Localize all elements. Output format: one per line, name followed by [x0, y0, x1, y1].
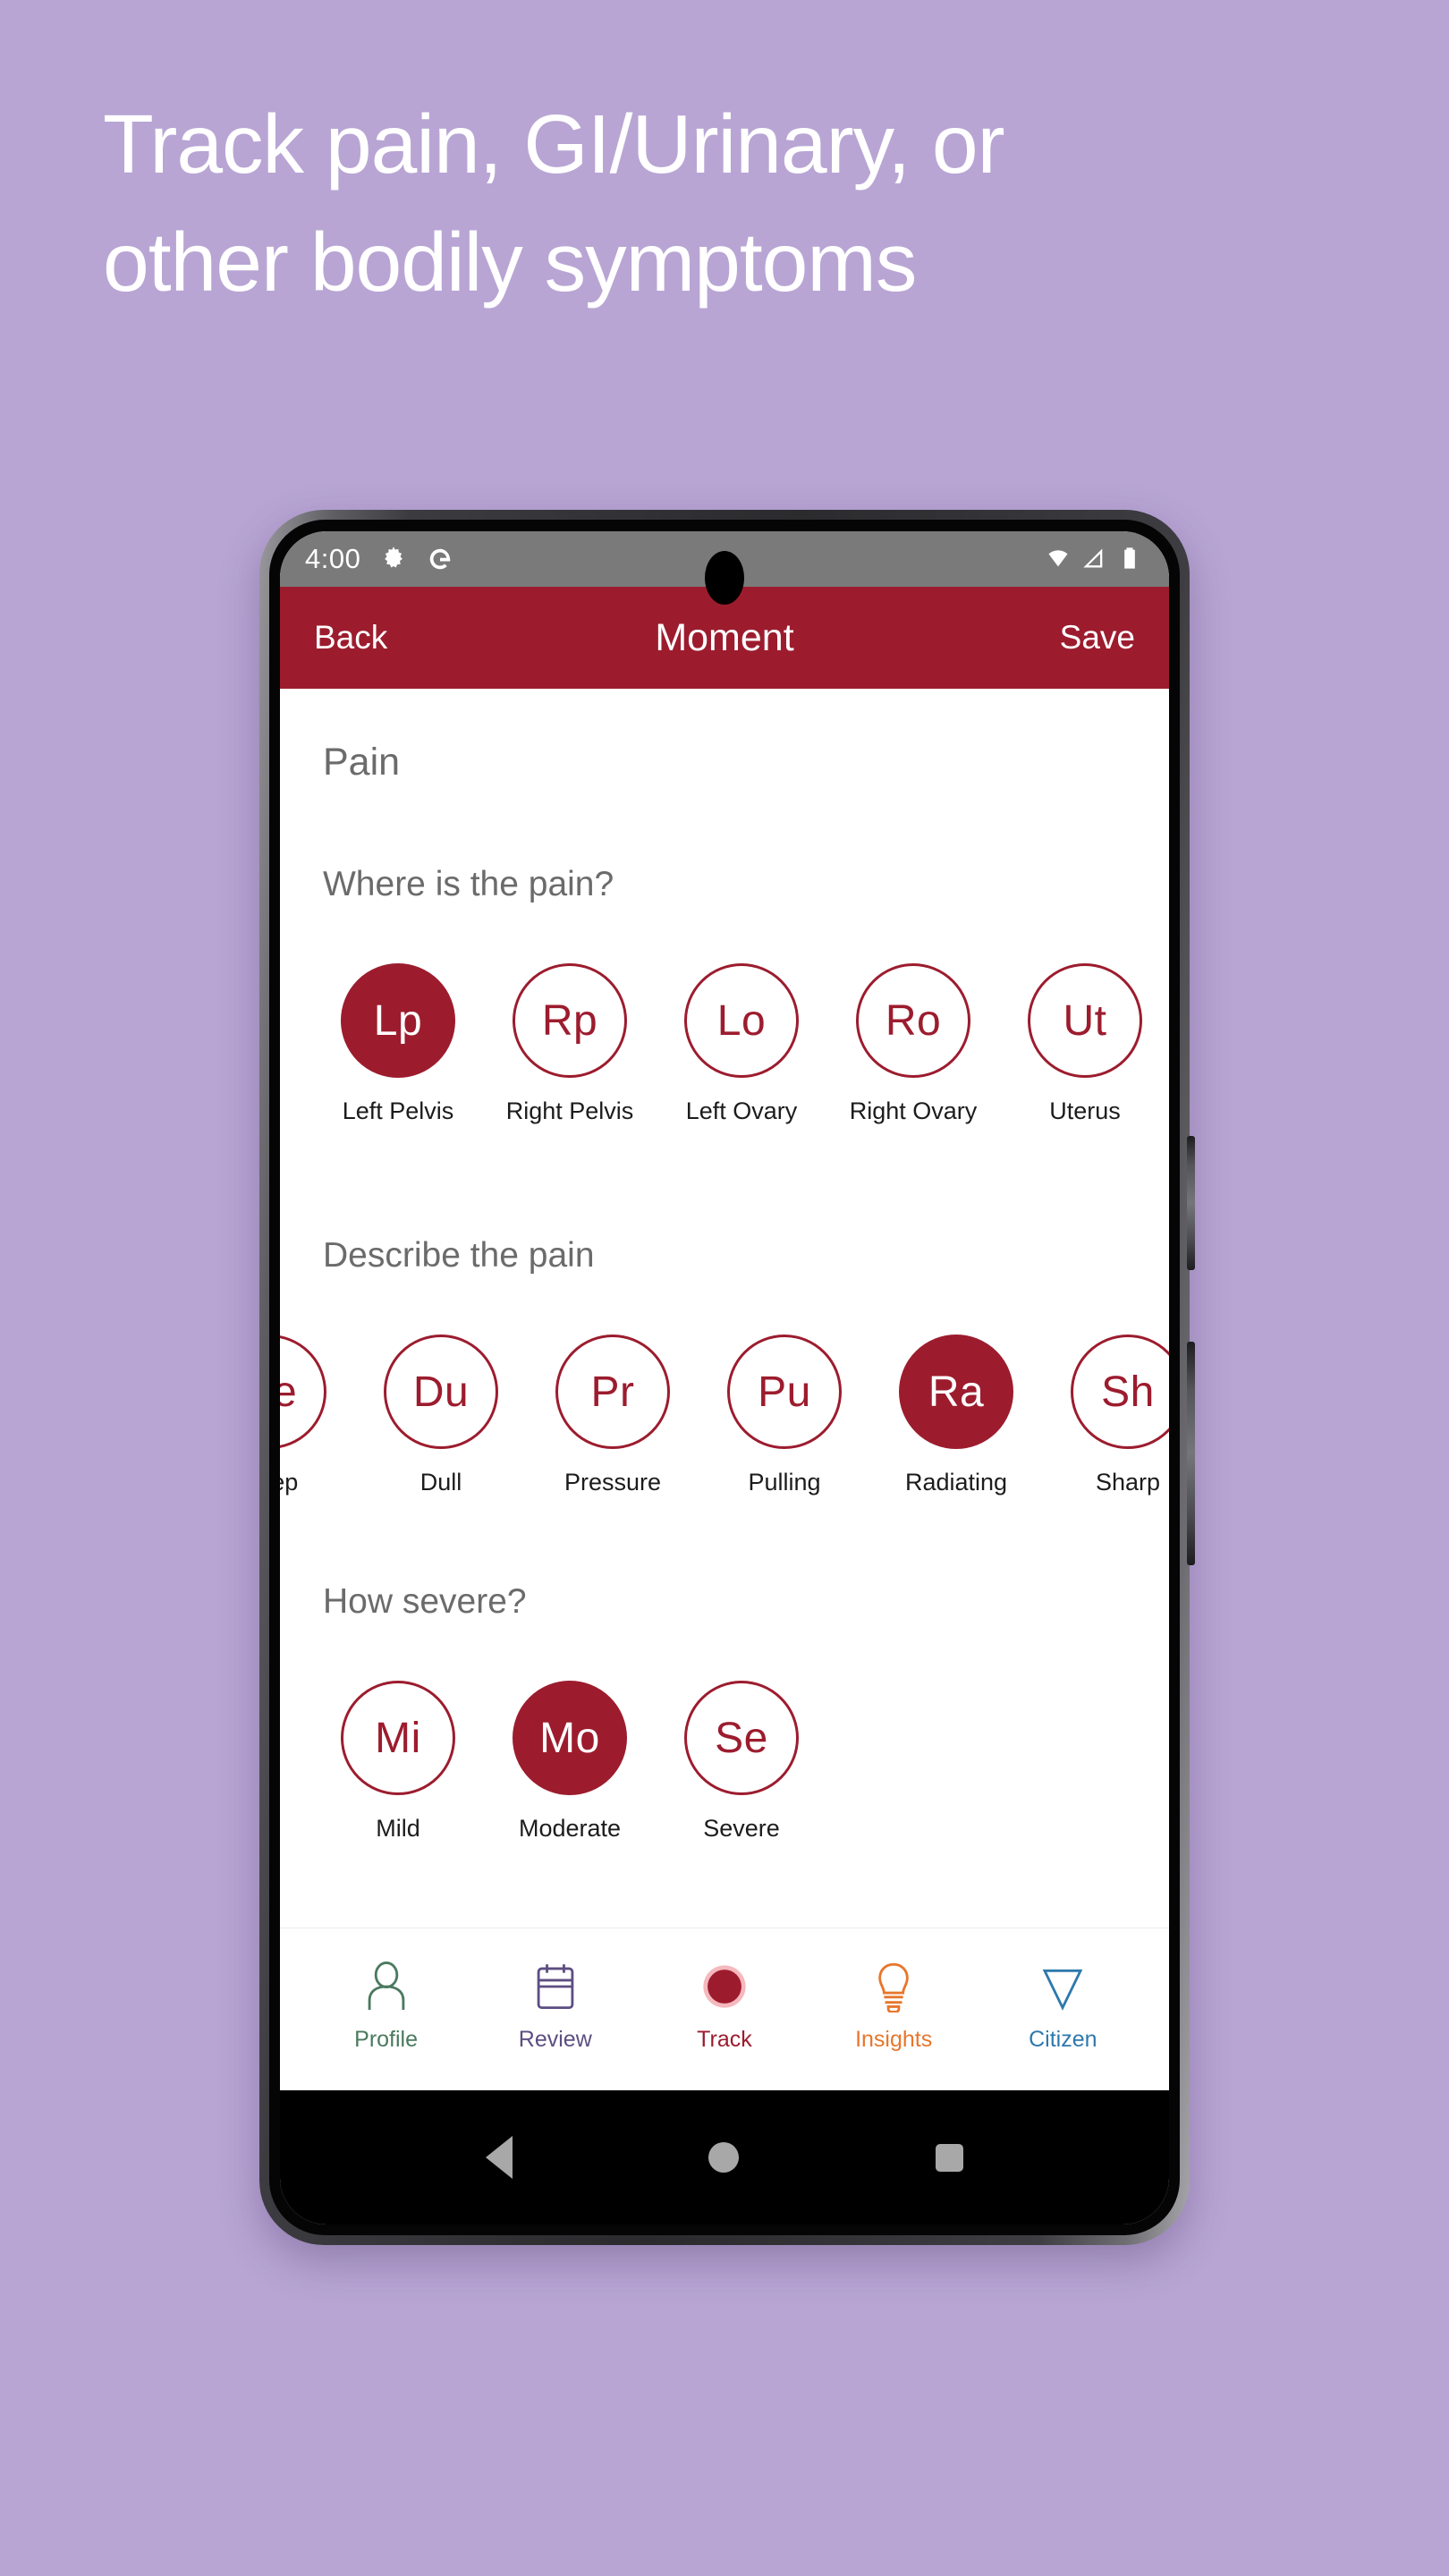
- nav-item-review[interactable]: Review: [488, 1957, 623, 2053]
- nav-label: Insights: [855, 2027, 933, 2052]
- app-bar-title: Moment: [655, 615, 794, 659]
- promo-heading-line-1: Track pain, GI/Urinary, or: [103, 97, 1005, 191]
- person-icon: [363, 1957, 410, 2016]
- gear-icon: [380, 546, 407, 572]
- option-label: Left Ovary: [685, 1097, 798, 1124]
- nav-label: Track: [697, 2027, 752, 2052]
- recents-square-icon[interactable]: [936, 2143, 964, 2172]
- option-label: Dull: [419, 1469, 462, 1496]
- option-abbr: Pu: [727, 1335, 842, 1449]
- option-label: Mild: [376, 1815, 420, 1842]
- google-g-icon: [427, 546, 453, 572]
- page-title: Pain: [323, 741, 401, 784]
- option-chip-uterus[interactable]: Ut Uterus: [999, 963, 1169, 1125]
- back-button[interactable]: Back: [314, 619, 387, 657]
- nav-item-track[interactable]: Track: [657, 1957, 792, 2053]
- record-icon: [701, 1957, 748, 2016]
- status-bar-left: 4:00: [305, 543, 453, 575]
- status-bar-clock: 4:00: [305, 543, 361, 574]
- phone-device-frame: 4:00 Back Moment Save Pain Where is the …: [259, 510, 1195, 2245]
- option-chip-dull[interactable]: Du Dull: [355, 1335, 527, 1496]
- option-abbr: Ra: [899, 1335, 1013, 1449]
- option-chip-left-pelvis[interactable]: Lp Left Pelvis: [312, 963, 484, 1125]
- option-label: Right Pelvis: [505, 1097, 634, 1124]
- save-button[interactable]: Save: [1060, 619, 1135, 657]
- option-abbr: Du: [384, 1335, 498, 1449]
- option-abbr: Ut: [1028, 963, 1142, 1078]
- power-button[interactable]: [1187, 1342, 1195, 1565]
- question-label: Describe the pain: [323, 1236, 595, 1275]
- option-abbr: De: [280, 1335, 326, 1449]
- option-label: Sharp: [1095, 1469, 1161, 1496]
- option-label: Left Pelvis: [342, 1097, 454, 1124]
- cellular-signal-icon: [1081, 546, 1108, 572]
- option-abbr: Ro: [856, 963, 970, 1078]
- option-chip-left-ovary[interactable]: Lo Left Ovary: [656, 963, 827, 1125]
- option-label: Deep: [280, 1469, 299, 1496]
- nav-label: Citizen: [1029, 2027, 1097, 2052]
- volume-button[interactable]: [1187, 1136, 1195, 1270]
- lightbulb-icon: [870, 1957, 917, 2016]
- option-chip-moderate[interactable]: Mo Moderate: [484, 1681, 656, 1843]
- form-content: Pain Where is the pain? Lp Left Pelvis R…: [280, 689, 1169, 1928]
- option-abbr: Mo: [513, 1681, 627, 1795]
- option-row-severity: Mi Mild Mo Moderate Se Severe: [280, 1681, 1169, 1843]
- option-chip-pulling[interactable]: Pu Pulling: [699, 1335, 870, 1496]
- option-abbr: Lp: [341, 963, 455, 1078]
- promo-heading: Track pain, GI/Urinary, or other bodily …: [103, 85, 1373, 321]
- option-chip-right-ovary[interactable]: Ro Right Ovary: [827, 963, 999, 1125]
- question-group-descriptor: Describe the pain De Deep Du Dull Pr Pre: [280, 1236, 1169, 1496]
- option-abbr: Lo: [684, 963, 799, 1078]
- promo-heading-line-2: other bodily symptoms: [103, 216, 917, 309]
- option-label: Pressure: [564, 1469, 662, 1496]
- option-row-descriptor[interactable]: De Deep Du Dull Pr Pressure Pu: [280, 1335, 1169, 1496]
- question-label: How severe?: [323, 1582, 527, 1621]
- triangle-icon: [1039, 1957, 1086, 2016]
- phone-bezel: 4:00 Back Moment Save Pain Where is the …: [269, 520, 1180, 2235]
- option-row-location: Lp Left Pelvis Rp Right Pelvis Lo Left O…: [280, 963, 1169, 1125]
- battery-icon: [1117, 546, 1144, 572]
- nav-item-citizen[interactable]: Citizen: [996, 1957, 1130, 2053]
- android-navigation-bar: [280, 2090, 1169, 2224]
- nav-label: Review: [518, 2027, 592, 2052]
- option-label: Severe: [703, 1815, 780, 1842]
- option-label: Radiating: [904, 1469, 1008, 1496]
- bottom-navigation-bar: Profile Review Track Insights Citizen: [280, 1928, 1169, 2090]
- option-abbr: Pr: [555, 1335, 670, 1449]
- question-group-location: Where is the pain? Lp Left Pelvis Rp Rig…: [280, 865, 1169, 1125]
- option-label: Moderate: [518, 1815, 622, 1842]
- android-status-bar: 4:00: [280, 531, 1169, 605]
- option-label: Uterus: [1049, 1097, 1121, 1124]
- option-abbr: Mi: [341, 1681, 455, 1795]
- camera-punch-hole: [705, 551, 744, 605]
- option-label: Right Ovary: [849, 1097, 978, 1124]
- wifi-icon: [1046, 546, 1072, 572]
- option-chip-pressure[interactable]: Pr Pressure: [527, 1335, 699, 1496]
- nav-item-profile[interactable]: Profile: [319, 1957, 453, 2053]
- option-label: Pulling: [748, 1469, 821, 1496]
- option-chip-radiating[interactable]: Ra Radiating: [870, 1335, 1042, 1496]
- home-circle-icon[interactable]: [708, 2142, 740, 2173]
- status-bar-right: [1046, 546, 1144, 572]
- question-label: Where is the pain?: [323, 865, 614, 903]
- option-chip-severe[interactable]: Se Severe: [656, 1681, 827, 1843]
- option-abbr: Se: [684, 1681, 799, 1795]
- option-chip-mild[interactable]: Mi Mild: [312, 1681, 484, 1843]
- phone-screen: 4:00 Back Moment Save Pain Where is the …: [280, 531, 1169, 2224]
- calendar-icon: [532, 1957, 579, 2016]
- option-abbr: Sh: [1071, 1335, 1169, 1449]
- nav-item-insights[interactable]: Insights: [826, 1957, 961, 2053]
- option-chip-sharp[interactable]: Sh Sharp: [1042, 1335, 1169, 1496]
- option-chip-deep[interactable]: De Deep: [280, 1335, 355, 1496]
- question-group-severity: How severe? Mi Mild Mo Moderate Se Sever: [280, 1582, 1169, 1843]
- back-triangle-icon[interactable]: [485, 2136, 513, 2179]
- option-abbr: Rp: [513, 963, 627, 1078]
- nav-label: Profile: [354, 2027, 419, 2052]
- option-chip-right-pelvis[interactable]: Rp Right Pelvis: [484, 963, 656, 1125]
